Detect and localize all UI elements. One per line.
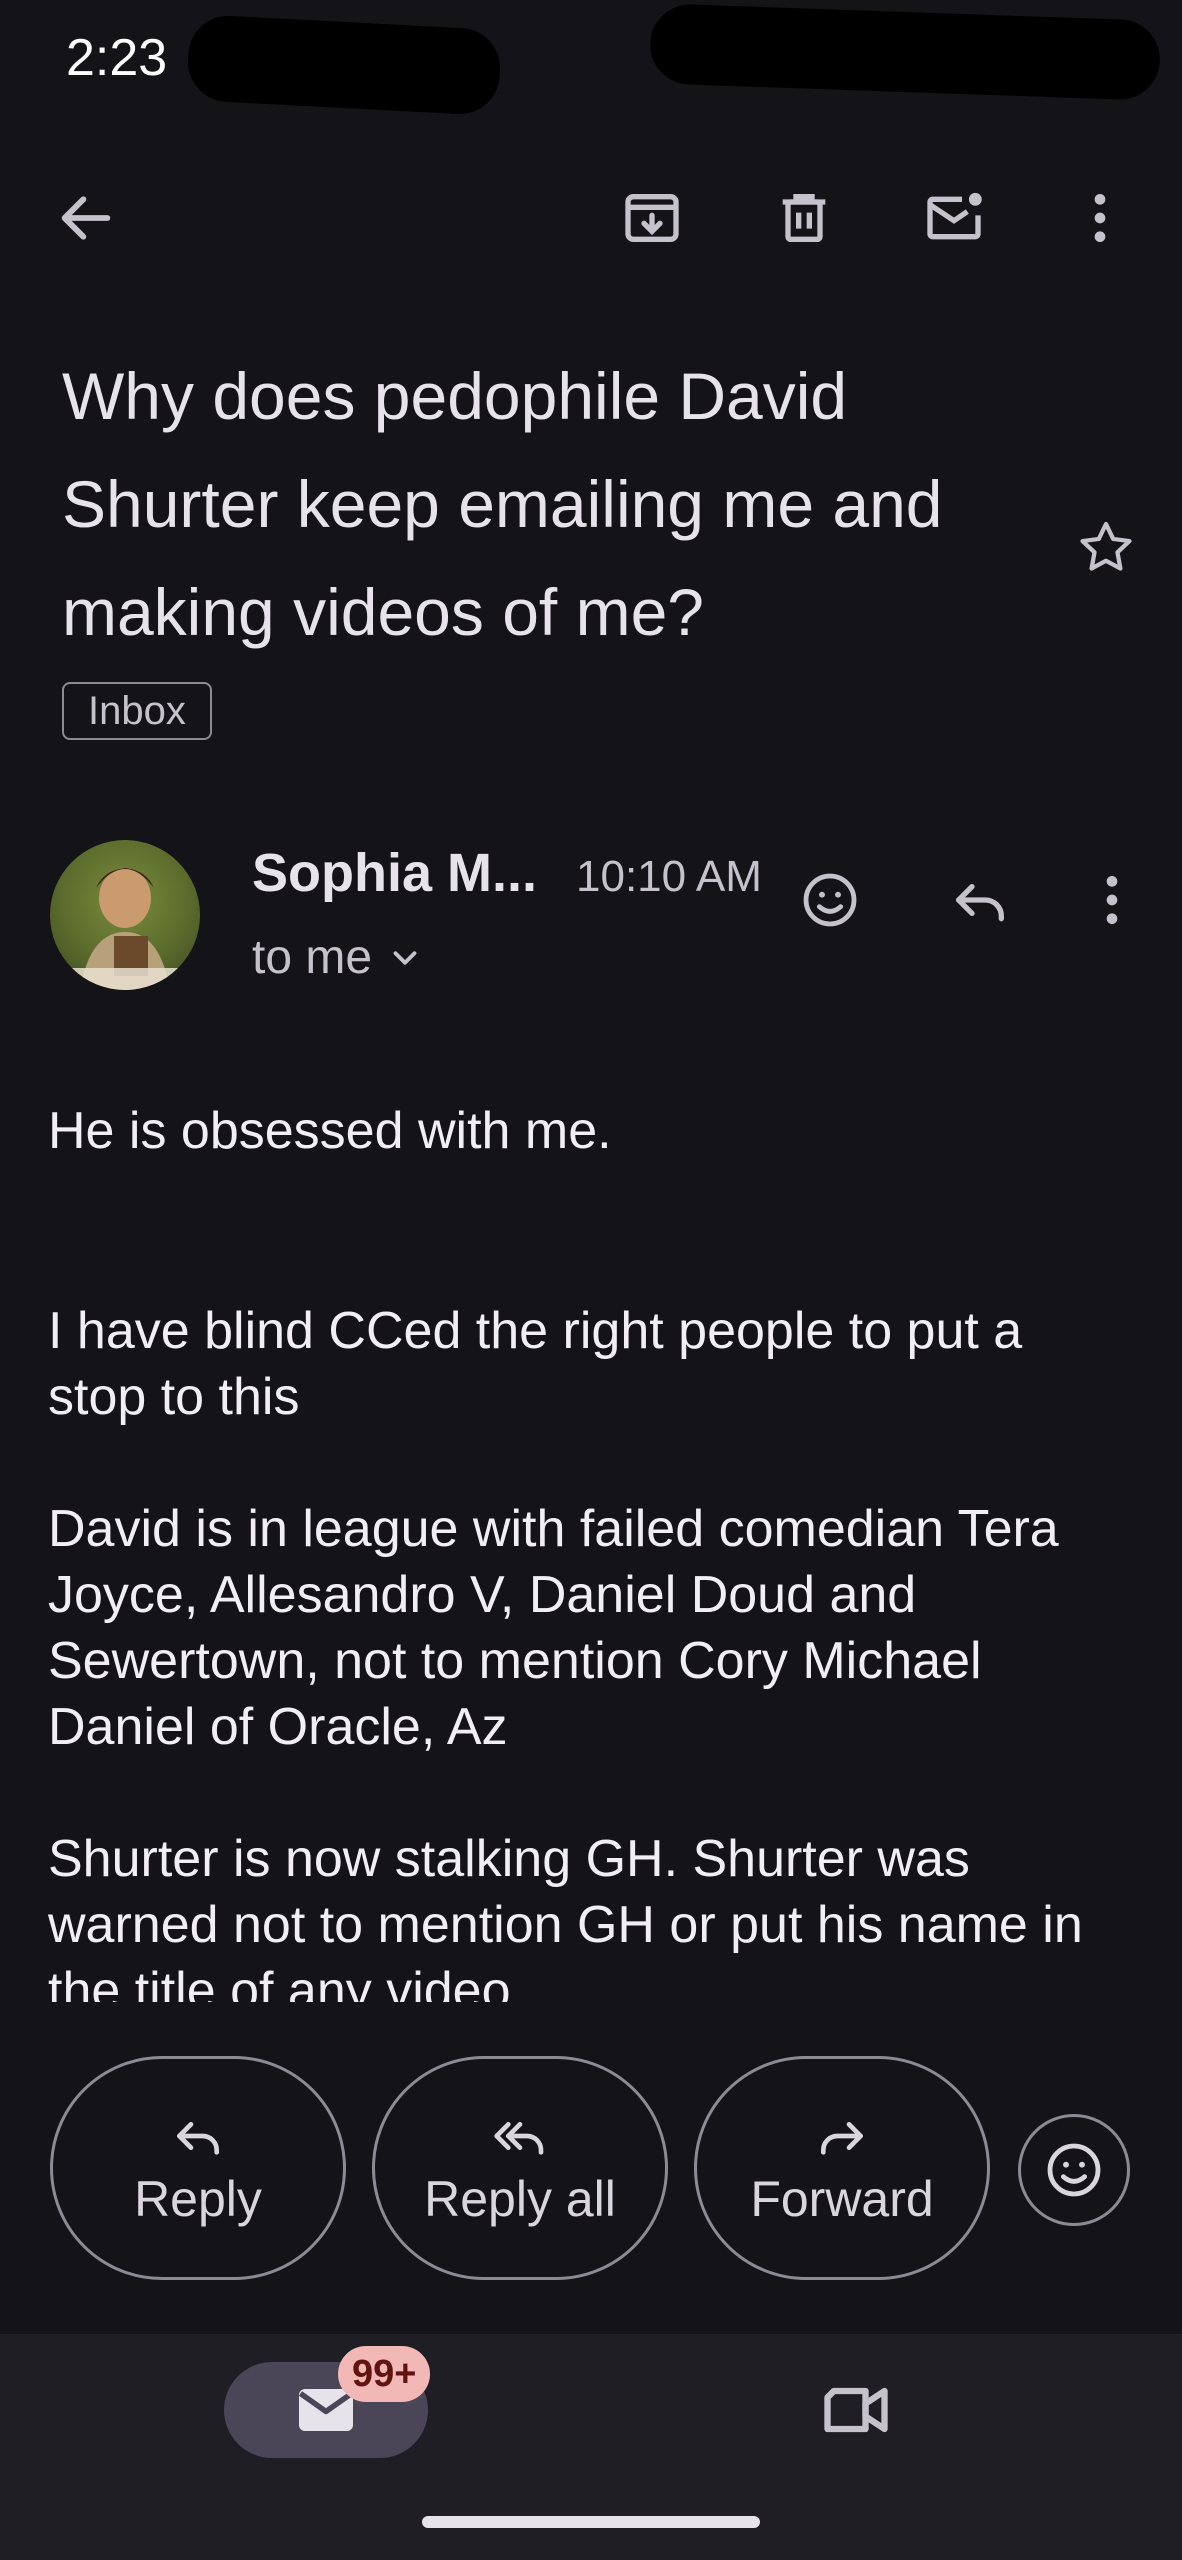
- reply-all-label: Reply all: [424, 2171, 616, 2227]
- star-icon: [1080, 521, 1132, 571]
- more-vert-icon: [1094, 194, 1106, 242]
- redaction-mark: [648, 3, 1162, 101]
- reply-all-button[interactable]: Reply all: [372, 2056, 668, 2280]
- back-button[interactable]: [38, 170, 134, 266]
- body-paragraph: David is in league with failed comedian …: [48, 1500, 1059, 1756]
- email-body: He is obsessed with me. I have blind CCe…: [48, 1098, 1138, 2002]
- unread-count-badge: 99+: [338, 2346, 431, 2402]
- archive-icon: [625, 194, 679, 242]
- reply-icon: [177, 2122, 220, 2155]
- inbox-label-chip[interactable]: Inbox: [62, 682, 212, 740]
- reply-icon-button[interactable]: [932, 852, 1028, 948]
- body-paragraph: He is obsessed with me.: [48, 1102, 612, 1160]
- mail-unread-icon: [927, 192, 982, 240]
- delete-button[interactable]: [756, 170, 852, 266]
- portrait-image: [64, 868, 186, 990]
- trash-icon: [782, 194, 826, 242]
- chevron-down-icon: [393, 950, 417, 965]
- reply-all-icon: [494, 2122, 544, 2155]
- recipient-details-toggle[interactable]: to me: [252, 930, 424, 985]
- sender-name[interactable]: Sophia M...: [252, 842, 537, 904]
- redaction-mark: [185, 13, 503, 117]
- more-options-button[interactable]: [1052, 170, 1148, 266]
- forward-label: Forward: [750, 2171, 934, 2227]
- message-more-button[interactable]: [1064, 852, 1160, 948]
- body-paragraph: I have blind CCed the right people to pu…: [48, 1302, 1023, 1426]
- nav-meet-tab[interactable]: [806, 2360, 906, 2460]
- reply-button[interactable]: Reply: [50, 2056, 346, 2280]
- status-bar-time: 2:23: [66, 29, 168, 87]
- video-camera-icon: [824, 2387, 888, 2433]
- more-vert-icon: [1106, 876, 1118, 924]
- body-paragraph: Shurter is now stalking GH. Shurter was …: [48, 1830, 1083, 2002]
- email-subject: Why does pedophile David Shurter keep em…: [62, 359, 943, 649]
- emoji-icon: [1047, 2143, 1101, 2197]
- recipient-label: to me: [252, 931, 373, 984]
- mark-unread-button[interactable]: [906, 170, 1002, 266]
- react-emoji-button[interactable]: [1018, 2114, 1130, 2226]
- forward-button[interactable]: Forward: [694, 2056, 990, 2280]
- reply-label: Reply: [134, 2171, 262, 2227]
- forward-icon: [821, 2122, 863, 2155]
- arrow-left-icon: [61, 196, 111, 240]
- archive-button[interactable]: [604, 170, 700, 266]
- gesture-home-bar[interactable]: [422, 2516, 760, 2528]
- email-timestamp: 10:10 AM: [576, 852, 762, 901]
- star-button[interactable]: [1058, 500, 1154, 596]
- emoji-icon: [803, 873, 857, 927]
- add-reaction-button[interactable]: [782, 852, 878, 948]
- sender-avatar[interactable]: [50, 840, 200, 990]
- reply-icon: [956, 884, 1004, 922]
